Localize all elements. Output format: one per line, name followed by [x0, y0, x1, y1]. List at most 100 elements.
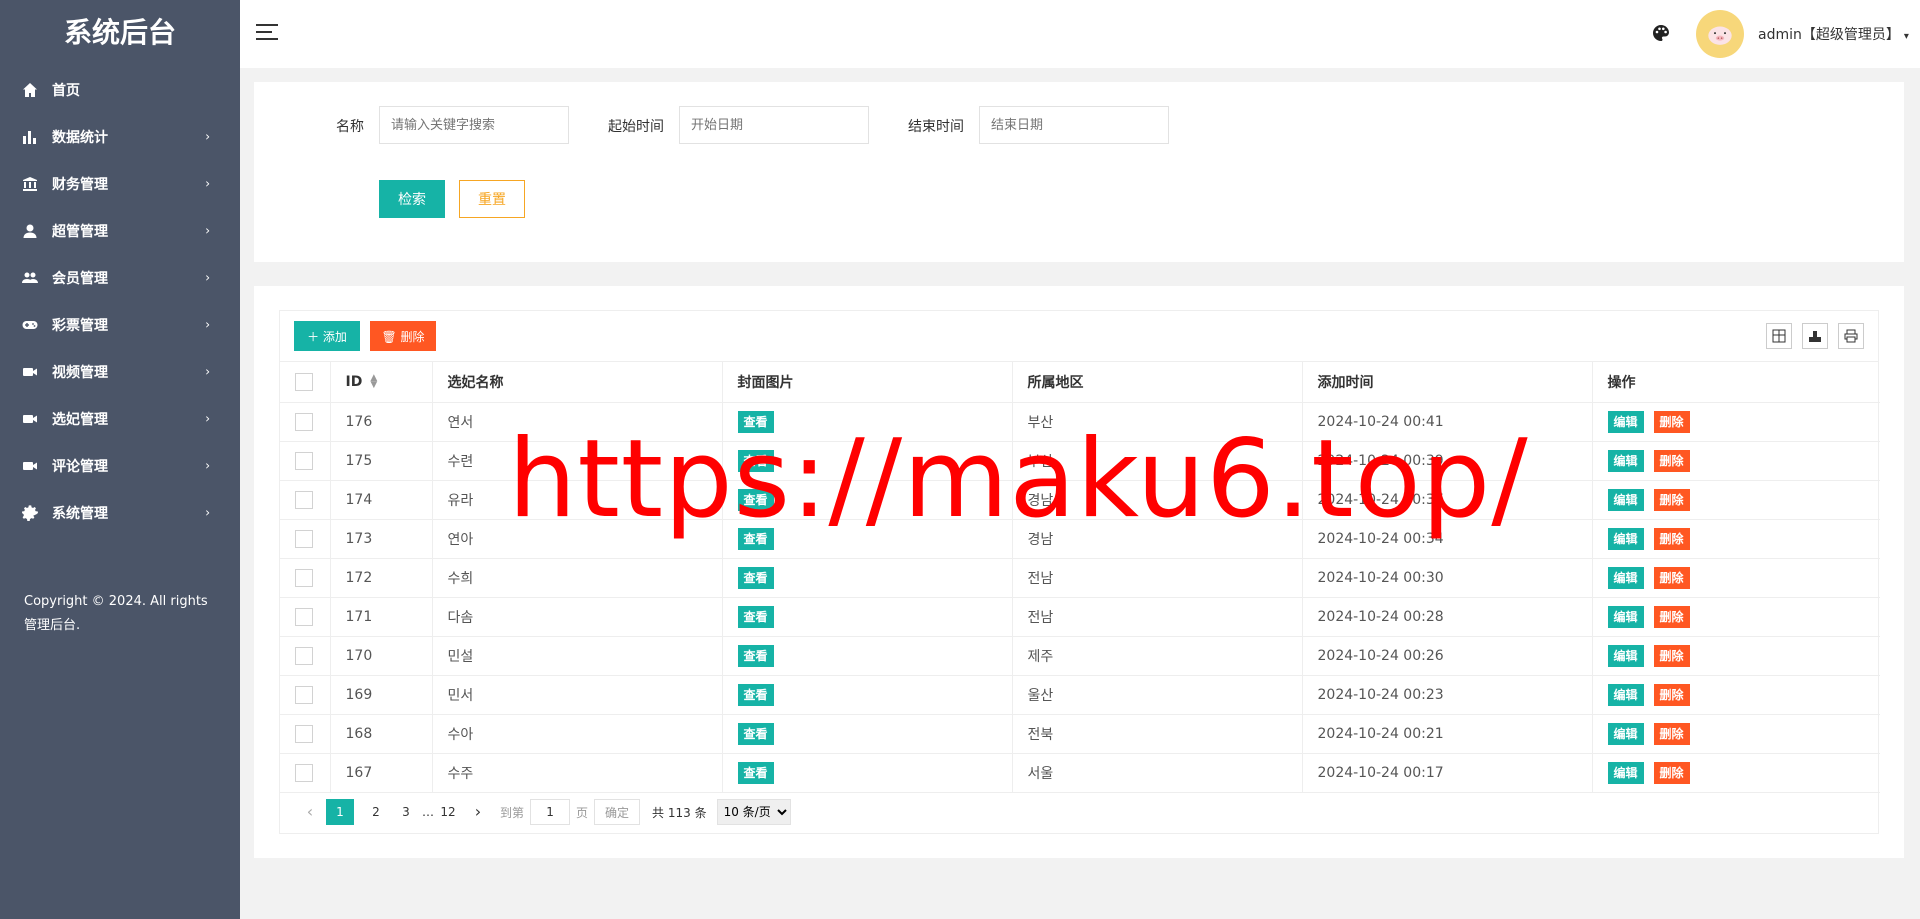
cell-cover: 查看 — [722, 519, 1013, 559]
cell-actions: 编辑 删除 — [1592, 636, 1880, 676]
sidebar-item-3[interactable]: 超管管理 › — [0, 207, 240, 254]
palette-icon[interactable] — [1651, 23, 1671, 43]
row-checkbox[interactable] — [295, 724, 313, 743]
bar-chart-icon — [22, 129, 38, 145]
cell-name: 다솜 — [432, 597, 723, 637]
edit-button[interactable]: 编辑 — [1607, 644, 1644, 667]
view-cover-button[interactable]: 查看 — [737, 410, 774, 433]
row-checkbox[interactable] — [295, 568, 313, 587]
delete-button[interactable]: 删除 — [1653, 527, 1690, 550]
sidebar-item-1[interactable]: 数据统计 › — [0, 113, 240, 160]
delete-button[interactable]: 删除 — [1653, 449, 1690, 472]
avatar[interactable] — [1696, 10, 1744, 58]
sidebar-item-9[interactable]: 系统管理 › — [0, 489, 240, 536]
start-date-input[interactable] — [679, 106, 869, 144]
page-size-select[interactable]: 10 条/页 — [716, 799, 791, 825]
edit-button[interactable]: 编辑 — [1607, 488, 1644, 511]
export-icon[interactable] — [1802, 323, 1828, 349]
next-page-button[interactable]: › — [464, 799, 492, 825]
cell-time: 2024-10-24 00:26 — [1302, 636, 1593, 676]
view-cover-button[interactable]: 查看 — [737, 488, 774, 511]
page-3-button[interactable]: 3 — [392, 799, 420, 825]
select-all-checkbox[interactable] — [295, 372, 313, 391]
view-cover-button[interactable]: 查看 — [737, 566, 774, 589]
view-cover-button[interactable]: 查看 — [737, 761, 774, 784]
view-cover-button[interactable]: 查看 — [737, 722, 774, 745]
print-icon[interactable] — [1838, 323, 1864, 349]
edit-button[interactable]: 编辑 — [1607, 449, 1644, 472]
row-checkbox[interactable] — [295, 646, 313, 665]
view-cover-button[interactable]: 查看 — [737, 449, 774, 472]
page-unit-label: 页 — [576, 805, 589, 820]
delete-button[interactable]: 删除 — [1653, 410, 1690, 433]
start-time-label: 起始时间 — [608, 119, 664, 135]
sidebar-item-5[interactable]: 彩票管理 › — [0, 301, 240, 348]
edit-button[interactable]: 编辑 — [1607, 605, 1644, 628]
row-select-cell — [280, 519, 331, 559]
cell-actions: 编辑 删除 — [1592, 480, 1880, 520]
page-1-button[interactable]: 1 — [326, 799, 354, 825]
cell-id: 175 — [330, 441, 433, 481]
user-menu[interactable]: admin【超级管理员】 ▾ — [1758, 24, 1909, 44]
reset-button[interactable]: 重置 — [459, 180, 525, 218]
delete-button[interactable]: 删除 — [1653, 605, 1690, 628]
row-checkbox[interactable] — [295, 685, 313, 704]
table-row: 174 유라 查看 경남 2024-10-24 00:37 编辑 删除 — [280, 480, 1880, 520]
edit-button[interactable]: 编辑 — [1607, 527, 1644, 550]
delete-button[interactable]: 删除 — [1653, 566, 1690, 589]
row-checkbox[interactable] — [295, 490, 313, 509]
cell-cover: 查看 — [722, 636, 1013, 676]
sidebar-item-4[interactable]: 会员管理 › — [0, 254, 240, 301]
delete-button[interactable]: 删除 — [1653, 761, 1690, 784]
sidebar-item-2[interactable]: 财务管理 › — [0, 160, 240, 207]
prev-page-button[interactable]: ‹ — [296, 799, 324, 825]
columns-filter-icon[interactable] — [1766, 323, 1792, 349]
row-checkbox[interactable] — [295, 607, 313, 626]
trash-icon: 🗑 — [381, 329, 397, 344]
delete-button[interactable]: 删除 — [1653, 722, 1690, 745]
row-checkbox[interactable] — [295, 451, 313, 470]
view-cover-button[interactable]: 查看 — [737, 527, 774, 550]
sidebar-item-8[interactable]: 评论管理 › — [0, 442, 240, 489]
delete-button[interactable]: 删除 — [1653, 683, 1690, 706]
edit-button[interactable]: 编辑 — [1607, 761, 1644, 784]
edit-button[interactable]: 编辑 — [1607, 410, 1644, 433]
goto-page-input[interactable] — [530, 799, 571, 825]
row-checkbox[interactable] — [295, 412, 313, 431]
menu-toggle-icon[interactable] — [256, 24, 278, 42]
cell-region: 제주 — [1012, 636, 1303, 676]
name-search-input[interactable] — [379, 106, 569, 144]
row-checkbox[interactable] — [295, 763, 313, 782]
chevron-right-icon: › — [205, 175, 210, 190]
add-button[interactable]: ＋ 添加 — [294, 321, 360, 351]
page-2-button[interactable]: 2 — [362, 799, 390, 825]
sidebar-item-7[interactable]: 选妃管理 › — [0, 395, 240, 442]
batch-delete-button[interactable]: 🗑 删除 — [370, 321, 436, 351]
column-header-id[interactable]: ID ▲ ▼ — [330, 362, 433, 403]
end-date-input[interactable] — [979, 106, 1169, 144]
sidebar-item-label: 财务管理 — [52, 176, 108, 193]
page-last-button[interactable]: 12 — [434, 799, 462, 825]
row-checkbox[interactable] — [295, 529, 313, 548]
view-cover-button[interactable]: 查看 — [737, 605, 774, 628]
search-button[interactable]: 检索 — [379, 180, 445, 218]
edit-button[interactable]: 编辑 — [1607, 566, 1644, 589]
edit-button[interactable]: 编辑 — [1607, 683, 1644, 706]
view-cover-button[interactable]: 查看 — [737, 644, 774, 667]
goto-confirm-button[interactable]: 确定 — [594, 799, 641, 825]
total-count: 共 113 条 — [652, 805, 707, 820]
delete-button[interactable]: 删除 — [1653, 644, 1690, 667]
row-select-cell — [280, 753, 331, 793]
cell-region: 부산 — [1012, 402, 1303, 442]
chevron-right-icon: › — [205, 128, 210, 143]
chevron-down-icon: ▾ — [1903, 31, 1909, 42]
table-header-row: ID ▲ ▼ 选妃名称 封面图片 所属地区 添加时间 操作 — [280, 362, 1880, 403]
delete-button[interactable]: 删除 — [1653, 488, 1690, 511]
sidebar-item-6[interactable]: 视频管理 › — [0, 348, 240, 395]
edit-button[interactable]: 编辑 — [1607, 722, 1644, 745]
goto-label: 到第 — [500, 805, 525, 820]
sort-icon[interactable]: ▲ ▼ — [370, 373, 377, 389]
view-cover-button[interactable]: 查看 — [737, 683, 774, 706]
chevron-right-icon: › — [205, 457, 210, 472]
sidebar-item-0[interactable]: 首页 — [0, 66, 240, 113]
